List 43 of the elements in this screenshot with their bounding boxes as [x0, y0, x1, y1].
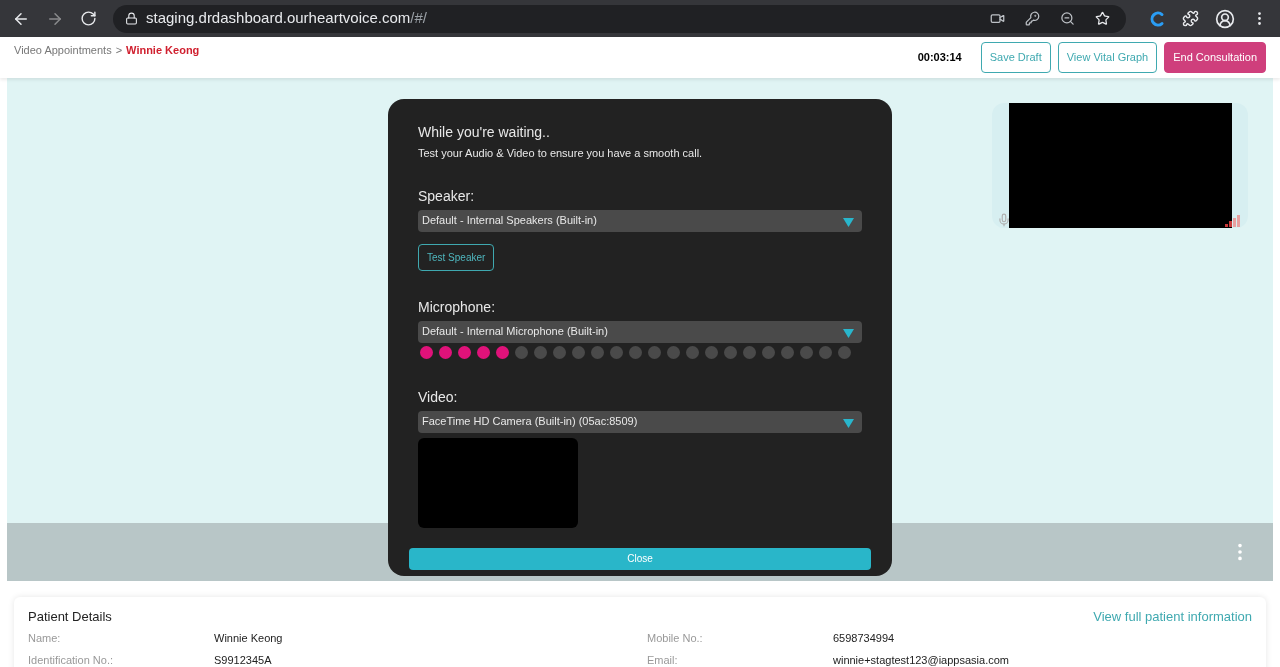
microphone-icon[interactable] [997, 213, 1011, 227]
field-label: Name: [28, 630, 62, 646]
speaker-label: Speaker: [418, 186, 476, 206]
breadcrumb-link[interactable]: Video Appointments [14, 42, 112, 59]
microphone-select[interactable]: Default - Internal Microphone (Built-in) [418, 320, 862, 343]
lock-icon [125, 12, 138, 25]
test-speaker-button[interactable]: Test Speaker [418, 243, 495, 271]
field-label: Mobile No.: [647, 630, 704, 646]
field-label: Email: [647, 653, 679, 667]
video-select[interactable]: FaceTime HD Camera (Built-in) (05ac:8509) [418, 410, 862, 433]
header-button[interactable]: Save Draft [980, 42, 1051, 73]
extensions-icon[interactable] [1182, 10, 1199, 27]
field-value: S9912345A [214, 653, 273, 667]
field-label: Identification No.: [28, 653, 114, 667]
video-label: Video: [418, 387, 459, 407]
speaker-select[interactable]: Default - Internal Speakers (Built-in) [418, 209, 862, 232]
profile-icon[interactable] [1215, 8, 1235, 29]
field-value: Winnie Keong [214, 630, 284, 646]
field-value: 6598734994 [833, 630, 896, 646]
reload-icon[interactable] [80, 10, 97, 27]
header-button[interactable]: View Vital Graph [1057, 42, 1158, 73]
patient-info-link[interactable]: View full patient information [1093, 607, 1252, 627]
address-bar[interactable]: staging.drdashboard.ourheartvoice.com/#/ [113, 4, 1126, 33]
header-button[interactable]: End Consultation [1164, 42, 1266, 73]
card-title: Patient Details [28, 608, 112, 626]
key-icon[interactable] [1025, 11, 1040, 26]
microphone-label: Microphone: [418, 297, 497, 317]
url-text: staging.drdashboard.ourheartvoice.com/#/ [146, 8, 428, 29]
dropdown-caret-icon [843, 218, 854, 227]
breadcrumb-separator: > [115, 43, 123, 58]
dropdown-caret-icon [843, 329, 854, 338]
dropdown-caret-icon [843, 419, 854, 428]
close-button[interactable]: Close [409, 547, 871, 570]
crescent-icon[interactable] [1150, 10, 1166, 27]
zoom-out-icon[interactable] [1060, 11, 1075, 26]
dialog-subtitle: Test your Audio & Video to ensure you have a smooth call. [418, 146, 704, 161]
breadcrumb-current: Winnie Keong [126, 43, 200, 58]
dialog-title: While you're waiting.. [418, 123, 551, 142]
bookmark-star-icon[interactable] [1095, 11, 1110, 26]
camera-icon[interactable] [990, 11, 1005, 26]
signal-bars-icon [1225, 215, 1241, 227]
field-value: winnie+stagtest123@iappsasia.com [833, 653, 1010, 667]
call-timer: 00:03:14 [917, 50, 962, 66]
